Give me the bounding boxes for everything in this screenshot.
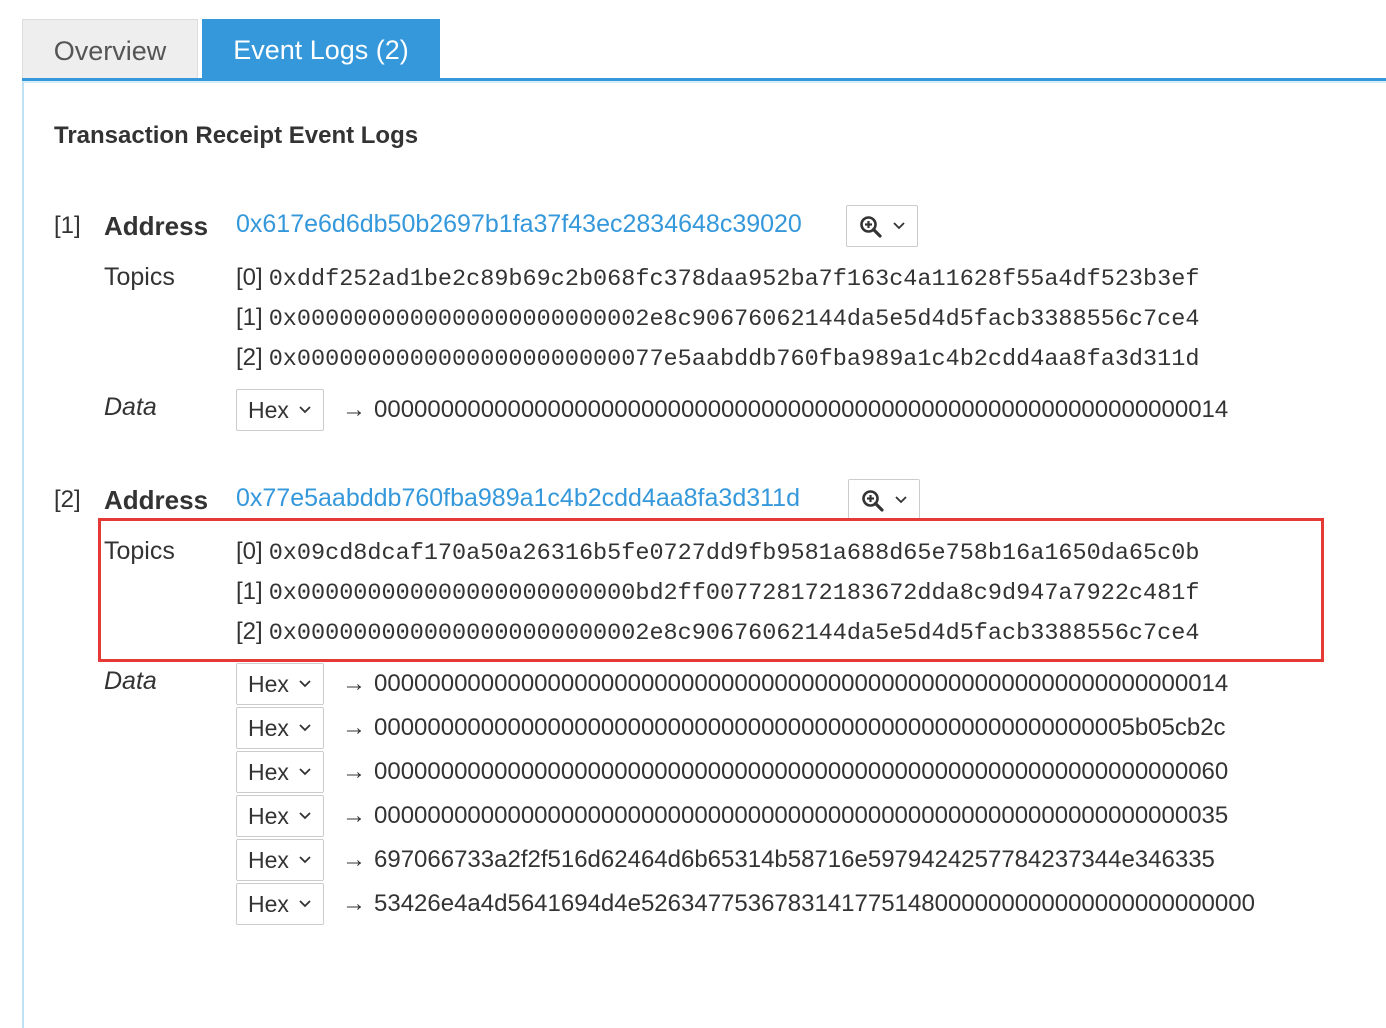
data-format-select[interactable]: Hex [236, 795, 324, 837]
data-format-value: Hex [248, 891, 289, 917]
topics-label: Topics [104, 537, 175, 565]
chevron-down-icon [893, 222, 905, 230]
topic-row: [2] 0x00000000000000000000000077e5aabddb7… [236, 344, 1199, 373]
data-format-select[interactable]: Hex [236, 751, 324, 793]
arrow-right-icon: → [342, 802, 366, 829]
address-label: Address [104, 211, 209, 241]
data-row: → 000000000000000000000000000000000000000… [342, 758, 1228, 786]
data-row: → 697066733a2f2f516d62464d6b65314b58716e5… [342, 846, 1215, 874]
arrow-right-icon: → [342, 396, 366, 423]
data-row: → 000000000000000000000000000000000000000… [342, 670, 1228, 698]
data-label: Data [104, 393, 157, 421]
data-row: → 000000000000000000000000000000000000000… [342, 802, 1228, 830]
tab-overview[interactable]: Overview [22, 19, 198, 79]
address-lookup-button[interactable] [848, 479, 920, 521]
chevron-down-icon [299, 856, 311, 864]
arrow-right-icon: → [342, 890, 366, 917]
data-value: 0000000000000000000000000000000000000000… [374, 670, 1229, 697]
data-value: 697066733a2f2f516d62464d6b65314b58716e59… [374, 846, 1215, 873]
arrow-right-icon: → [342, 670, 366, 697]
topic-hash: 0xddf252ad1be2c89b69c2b068fc378daa952ba7… [268, 266, 1200, 293]
address-label: Address [104, 485, 209, 515]
chevron-down-icon [299, 768, 311, 776]
topic-row: [0] 0xddf252ad1be2c89b69c2b068fc378daa952… [236, 264, 1199, 293]
chevron-down-icon [895, 496, 907, 504]
topic-row: [2] 0x0000000000000000000000002e8c9067606… [236, 618, 1199, 647]
data-format-value: Hex [248, 671, 289, 697]
topic-hash: 0x0000000000000000000000002e8c9067606214… [268, 620, 1200, 647]
topic-index: [0] [236, 264, 263, 291]
data-format-select[interactable]: Hex [236, 663, 324, 705]
log-index: [2] [54, 486, 81, 513]
topic-index: [1] [236, 578, 263, 605]
chevron-down-icon [299, 724, 311, 732]
data-format-value: Hex [248, 803, 289, 829]
address-link[interactable]: 0x617e6d6db50b2697b1fa37f43ec2834648c390… [236, 210, 802, 239]
data-row: → 000000000000000000000000000000000000000… [342, 396, 1228, 424]
page-title: Transaction Receipt Event Logs [54, 122, 419, 149]
topic-index: [0] [236, 538, 263, 565]
data-format-value: Hex [248, 715, 289, 741]
zoom-in-icon [862, 490, 884, 512]
topic-index: [2] [236, 618, 263, 645]
data-row: → 000000000000000000000000000000000000000… [342, 714, 1226, 742]
topic-row: [1] 0x0000000000000000000000002e8c9067606… [236, 304, 1199, 333]
data-format-value: Hex [248, 759, 289, 785]
chevron-down-icon [299, 406, 311, 414]
address-link[interactable]: 0x77e5aabddb760fba989a1c4b2cdd4aa8fa3d31… [236, 484, 800, 513]
data-value: 0000000000000000000000000000000000000000… [374, 714, 1226, 741]
data-value: 0000000000000000000000000000000000000000… [374, 758, 1229, 785]
data-value: 0000000000000000000000000000000000000000… [374, 396, 1229, 423]
zoom-in-icon [860, 216, 882, 238]
topics-label: Topics [104, 263, 175, 291]
data-format-select[interactable]: Hex [236, 883, 324, 925]
chevron-down-icon [299, 900, 311, 908]
arrow-right-icon: → [342, 714, 366, 741]
data-format-select[interactable]: Hex [236, 389, 324, 431]
data-format-select[interactable]: Hex [236, 707, 324, 749]
data-value: 53426e4a4d5641694d4e52634775367831417751… [374, 890, 1255, 917]
chevron-down-icon [299, 812, 311, 820]
tab-event-logs[interactable]: Event Logs (2) [202, 19, 440, 79]
topic-index: [1] [236, 304, 263, 331]
data-row: → 53426e4a4d5641694d4e5263477536783141775… [342, 890, 1255, 918]
topic-hash: 0x0000000000000000000000002e8c9067606214… [268, 306, 1200, 333]
topic-hash: 0x09cd8dcaf170a50a26316b5fe0727dd9fb9581… [268, 540, 1200, 567]
chevron-down-icon [299, 680, 311, 688]
data-value: 0000000000000000000000000000000000000000… [374, 802, 1229, 829]
topic-hash: 0x000000000000000000000000bd2ff007728172… [268, 580, 1200, 607]
data-format-value: Hex [248, 847, 289, 873]
data-label: Data [104, 667, 157, 695]
topic-row: [0] 0x09cd8dcaf170a50a26316b5fe0727dd9fb9… [236, 538, 1199, 567]
arrow-right-icon: → [342, 846, 366, 873]
topic-hash: 0x00000000000000000000000077e5aabddb760f… [268, 346, 1200, 373]
data-format-value: Hex [248, 397, 289, 423]
address-lookup-button[interactable] [846, 205, 918, 247]
topic-row: [1] 0x000000000000000000000000bd2ff007728… [236, 578, 1199, 607]
arrow-right-icon: → [342, 758, 366, 785]
log-index: [1] [54, 212, 81, 239]
topic-index: [2] [236, 344, 263, 371]
data-format-select[interactable]: Hex [236, 839, 324, 881]
